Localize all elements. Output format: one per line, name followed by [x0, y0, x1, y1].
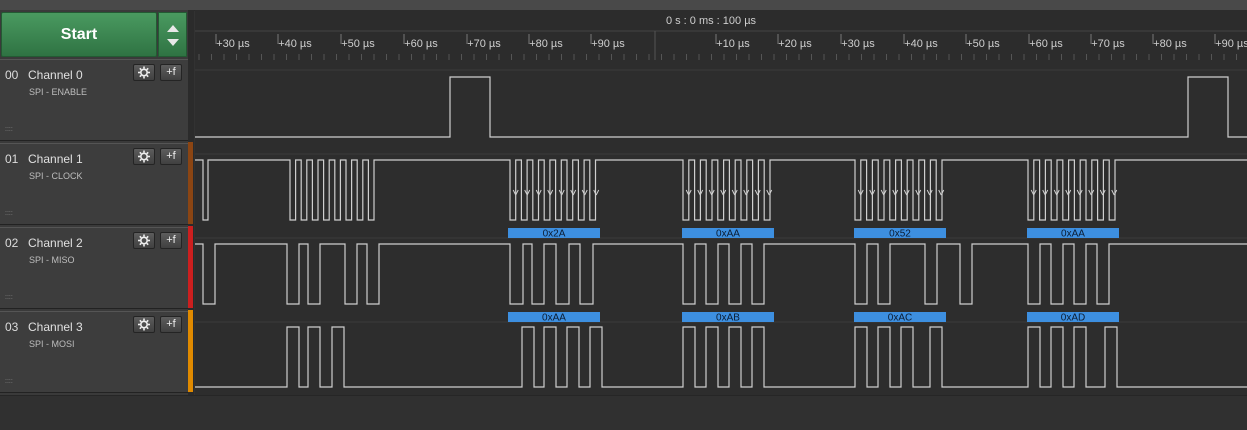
channel-settings-button[interactable] — [133, 316, 155, 333]
channel-color-strip — [188, 142, 193, 224]
channel-color-strip — [188, 310, 193, 392]
channel-role: SPI - MISO — [29, 255, 75, 265]
trigger-edge-icon: +f — [166, 150, 176, 162]
channel-settings-button[interactable] — [133, 148, 155, 165]
time-header-label: 0 s : 0 ms : 100 µs — [666, 15, 757, 27]
ruler-tick-label: +60 µs — [404, 38, 438, 50]
channel-settings-button[interactable] — [133, 64, 155, 81]
ruler-tick-label: +80 µs — [529, 38, 563, 50]
trigger-edge-icon: +f — [166, 66, 176, 78]
ruler-tick-label: +90 µs — [591, 38, 625, 50]
channel-name[interactable]: Channel 1 — [28, 152, 83, 166]
trigger-edge-button[interactable]: +f — [160, 148, 182, 165]
trigger-edge-button[interactable]: +f — [160, 316, 182, 333]
channel-role: SPI - ENABLE — [29, 87, 88, 97]
ruler-tick-label: +70 µs — [1091, 38, 1125, 50]
decoded-byte-miso-label: 0x52 — [889, 229, 911, 240]
channel-name[interactable]: Channel 2 — [28, 236, 83, 250]
gear-icon — [138, 234, 150, 247]
ruler-tick-label: +50 µs — [966, 38, 1000, 50]
decoded-byte-miso-label: 0xAA — [716, 229, 740, 240]
ruler-tick-label: +50 µs — [341, 38, 375, 50]
gear-icon — [138, 66, 150, 79]
decoded-byte-mosi-label: 0xAD — [1061, 313, 1085, 324]
decoded-byte-mosi-label: 0xAC — [888, 313, 912, 324]
logic-analyzer-window: Start 00 Channel 0 SPI - ENABLE +f :::: — [0, 0, 1247, 430]
channel-number: 03 — [5, 320, 19, 334]
trigger-edge-button[interactable]: +f — [160, 232, 182, 249]
ruler-tick-label: +70 µs — [467, 38, 501, 50]
channel-row-00[interactable]: 00 Channel 0 SPI - ENABLE +f :::: — [0, 59, 188, 141]
drag-handle-icon[interactable]: :::: — [5, 126, 13, 133]
waveform-area[interactable]: 0x2A 0xAA 0x52 0xAA 0xAA 0xAB 0xAC 0xAD — [195, 60, 1247, 395]
chevron-up-icon — [167, 25, 179, 32]
trigger-edge-icon: +f — [166, 234, 176, 246]
channel-number: 00 — [5, 68, 19, 82]
channel-number: 02 — [5, 236, 19, 250]
gear-icon — [138, 150, 150, 163]
signal-trace-ch2 — [195, 243, 1247, 305]
ruler-tick-label: +40 µs — [278, 38, 312, 50]
channel-color-strip — [188, 58, 193, 140]
channel-settings-button[interactable] — [133, 232, 155, 249]
channel-row-02[interactable]: 02 Channel 2 SPI - MISO +f :::: — [0, 227, 188, 309]
ruler-tick-label: +60 µs — [1029, 38, 1063, 50]
drag-handle-icon[interactable]: :::: — [5, 378, 13, 385]
signal-trace-ch3 — [195, 326, 1247, 388]
drag-handle-icon[interactable]: :::: — [5, 210, 13, 217]
channel-number: 01 — [5, 152, 19, 166]
decoded-byte-mosi-label: 0xAA — [542, 313, 566, 324]
start-options-button[interactable] — [158, 12, 187, 57]
ruler-tick-label: +80 µs — [1153, 38, 1187, 50]
channel-role: SPI - MOSI — [29, 339, 75, 349]
ruler-tick-label: +90 µs — [1215, 38, 1247, 50]
channel-row-03[interactable]: 03 Channel 3 SPI - MOSI +f :::: — [0, 311, 188, 393]
channel-color-strip — [188, 226, 193, 308]
decoded-byte-mosi-label: 0xAB — [716, 313, 740, 324]
channel-role: SPI - CLOCK — [29, 171, 83, 181]
channel-name[interactable]: Channel 3 — [28, 320, 83, 334]
ruler-tick-label: +30 µs — [841, 38, 875, 50]
decoded-byte-miso-label: 0xAA — [1061, 229, 1085, 240]
ruler-tick-label: +40 µs — [904, 38, 938, 50]
drag-handle-icon[interactable]: :::: — [5, 294, 13, 301]
channel-name[interactable]: Channel 0 — [28, 68, 83, 82]
ruler-tick-label: +20 µs — [778, 38, 812, 50]
gear-icon — [138, 318, 150, 331]
decoded-byte-miso-label: 0x2A — [543, 229, 566, 240]
trigger-edge-button[interactable]: +f — [160, 64, 182, 81]
trigger-edge-icon: +f — [166, 318, 176, 330]
signal-trace-ch0 — [195, 76, 1247, 138]
channel-row-01[interactable]: 01 Channel 1 SPI - CLOCK +f :::: — [0, 143, 188, 225]
time-ruler[interactable]: 0 s : 0 ms : 100 µs +30 µs +40 µs +50 µs +60… — [195, 10, 1247, 60]
ruler-tick-label: +30 µs — [216, 38, 250, 50]
ruler-tick-label: +10 µs — [716, 38, 750, 50]
status-area — [0, 395, 1247, 430]
channel-panel: Start 00 Channel 0 SPI - ENABLE +f :::: — [0, 10, 188, 395]
start-button[interactable]: Start — [1, 12, 157, 57]
chevron-down-icon — [167, 39, 179, 46]
